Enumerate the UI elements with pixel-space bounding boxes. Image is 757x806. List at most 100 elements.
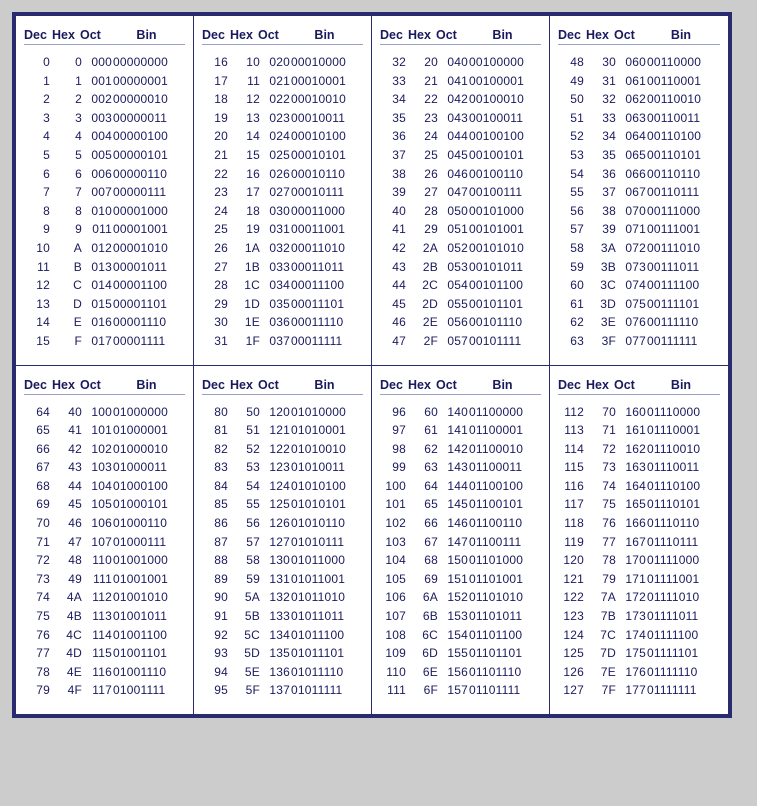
cell-hex: 66 xyxy=(410,514,442,533)
cell-oct: 161 xyxy=(620,421,646,440)
cell-oct: 145 xyxy=(442,495,468,514)
table-row: 6600600000110 xyxy=(22,165,187,184)
cell-dec: 41 xyxy=(378,220,410,239)
cell-dec: 114 xyxy=(556,440,588,459)
cell-bin: 01011000 xyxy=(290,551,365,570)
cell-oct: 045 xyxy=(442,146,468,165)
table-row: 633F07700111111 xyxy=(556,332,722,351)
table-row: 654110101000001 xyxy=(22,421,187,440)
cell-bin: 01101101 xyxy=(468,644,543,663)
cell-hex: 4 xyxy=(54,127,86,146)
table-row: 171102100010001 xyxy=(200,72,365,91)
cell-bin: 00101110 xyxy=(468,313,543,332)
cell-bin: 01111110 xyxy=(646,663,722,682)
cell-bin: 00100111 xyxy=(468,183,543,202)
cell-dec: 4 xyxy=(22,127,54,146)
table-row: 442C05400101100 xyxy=(378,276,543,295)
cell-hex: 31 xyxy=(588,72,620,91)
table-row: 1036714701100111 xyxy=(378,533,543,552)
table-block: DecHexOctBin9660140011000009761141011000… xyxy=(372,366,550,715)
table-row: 1167416401110100 xyxy=(556,477,722,496)
cell-dec: 21 xyxy=(200,146,232,165)
cell-bin: 00001111 xyxy=(112,332,187,351)
cell-bin: 00111011 xyxy=(646,258,722,277)
cell-hex: 2C xyxy=(410,276,442,295)
cell-bin: 00110110 xyxy=(646,165,722,184)
cell-oct: 036 xyxy=(264,313,290,332)
cell-bin: 01001010 xyxy=(112,588,187,607)
table-row: 1056915101101001 xyxy=(378,570,543,589)
cell-bin: 00101111 xyxy=(468,332,543,351)
table-row: 402805000101000 xyxy=(378,202,543,221)
header-oct: Oct xyxy=(436,378,462,392)
table-row: 1116F15701101111 xyxy=(378,681,543,700)
cell-dec: 87 xyxy=(200,533,232,552)
cell-oct: 017 xyxy=(86,332,112,351)
cell-bin: 00010011 xyxy=(290,109,365,128)
table-row: 744A11201001010 xyxy=(22,588,187,607)
cell-hex: 3B xyxy=(588,258,620,277)
cell-hex: 3A xyxy=(588,239,620,258)
table-row: 644010001000000 xyxy=(22,403,187,422)
cell-oct: 103 xyxy=(86,458,112,477)
cell-oct: 012 xyxy=(86,239,112,258)
table-row: 714710701000111 xyxy=(22,533,187,552)
cell-hex: 5B xyxy=(232,607,264,626)
cell-bin: 01111000 xyxy=(646,551,722,570)
table-row: 311F03700011111 xyxy=(200,332,365,351)
header-dec: Dec xyxy=(378,28,408,42)
header-hex: Hex xyxy=(408,28,436,42)
cell-bin: 00010100 xyxy=(290,127,365,146)
cell-oct: 170 xyxy=(620,551,646,570)
cell-bin: 01001100 xyxy=(112,626,187,645)
cell-oct: 047 xyxy=(442,183,468,202)
table-row: 251903100011001 xyxy=(200,220,365,239)
table-row: 14E01600001110 xyxy=(22,313,187,332)
cell-oct: 030 xyxy=(264,202,290,221)
header-hex: Hex xyxy=(230,378,258,392)
cell-bin: 00111100 xyxy=(646,276,722,295)
header-rule xyxy=(202,394,363,395)
table-row: 875712701010111 xyxy=(200,533,365,552)
cell-dec: 65 xyxy=(22,421,54,440)
cell-dec: 33 xyxy=(378,72,410,91)
cell-oct: 131 xyxy=(264,570,290,589)
cell-bin: 00011111 xyxy=(290,332,365,351)
cell-hex: 4A xyxy=(54,588,86,607)
cell-oct: 135 xyxy=(264,644,290,663)
cell-hex: 78 xyxy=(588,551,620,570)
cell-oct: 014 xyxy=(86,276,112,295)
cell-hex: 5E xyxy=(232,663,264,682)
cell-oct: 114 xyxy=(86,626,112,645)
cell-dec: 89 xyxy=(200,570,232,589)
cell-oct: 037 xyxy=(264,332,290,351)
table-row: 724811001001000 xyxy=(22,551,187,570)
table-row: 1187616601110110 xyxy=(556,514,722,533)
cell-bin: 01101000 xyxy=(468,551,543,570)
cell-hex: 1 xyxy=(54,72,86,91)
cell-bin: 01011001 xyxy=(290,570,365,589)
header-hex: Hex xyxy=(408,378,436,392)
cell-oct: 033 xyxy=(264,258,290,277)
table-row: 694510501000101 xyxy=(22,495,187,514)
cell-hex: 6C xyxy=(410,626,442,645)
header-oct: Oct xyxy=(80,378,106,392)
cell-hex: 1F xyxy=(232,332,264,351)
header-oct: Oct xyxy=(258,28,284,42)
cell-oct: 040 xyxy=(442,53,468,72)
cell-hex: 69 xyxy=(410,570,442,589)
cell-hex: 21 xyxy=(410,72,442,91)
table-row: 573907100111001 xyxy=(556,220,722,239)
cell-hex: 20 xyxy=(410,53,442,72)
cell-hex: 62 xyxy=(410,440,442,459)
table-row: 764C11401001100 xyxy=(22,626,187,645)
table-row: 1267E17601111110 xyxy=(556,663,722,682)
conversion-table-grid: DecHexOctBin0000000000000110010000000122… xyxy=(16,16,728,714)
cell-oct: 063 xyxy=(620,109,646,128)
cell-oct: 147 xyxy=(442,533,468,552)
cell-oct: 022 xyxy=(264,90,290,109)
cell-hex: 32 xyxy=(588,90,620,109)
cell-dec: 53 xyxy=(556,146,588,165)
cell-hex: 29 xyxy=(410,220,442,239)
cell-bin: 01000100 xyxy=(112,477,187,496)
